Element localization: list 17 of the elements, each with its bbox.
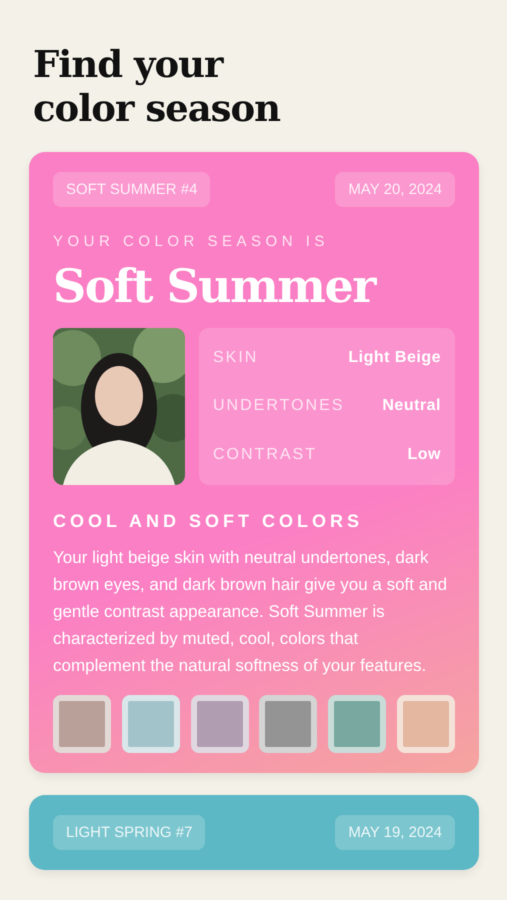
palette-heading: COOL AND SOFT COLORS bbox=[53, 511, 364, 532]
season-card[interactable]: LIGHT SPRING #7 MAY 19, 2024 bbox=[29, 795, 479, 870]
trait-value: Light Beige bbox=[348, 349, 441, 368]
trait-label: SKIN bbox=[213, 349, 258, 368]
date-tag: MAY 20, 2024 bbox=[335, 172, 455, 207]
eyebrow-text: YOUR COLOR SEASON IS bbox=[53, 233, 330, 250]
date-tag: MAY 19, 2024 bbox=[335, 815, 455, 850]
trait-label: UNDERTONES bbox=[213, 397, 344, 416]
season-tag: SOFT SUMMER #4 bbox=[53, 172, 210, 207]
trait-value: Neutral bbox=[382, 397, 441, 416]
season-tag: LIGHT SPRING #7 bbox=[53, 815, 206, 850]
season-name: Soft Summer bbox=[53, 258, 378, 314]
season-card[interactable] bbox=[29, 152, 479, 773]
trait-label: CONTRAST bbox=[213, 446, 317, 464]
page-title: Find your color season bbox=[33, 42, 282, 130]
trait-value: Low bbox=[408, 446, 441, 464]
description-text: Your light beige skin with neutral undertones, dark brown eyes, and dark brown hair give you a soft and gentle contrast appearance. Soft Summer is characterized by muted, cool, colors that complement the natural softness of your features. bbox=[53, 547, 448, 677]
